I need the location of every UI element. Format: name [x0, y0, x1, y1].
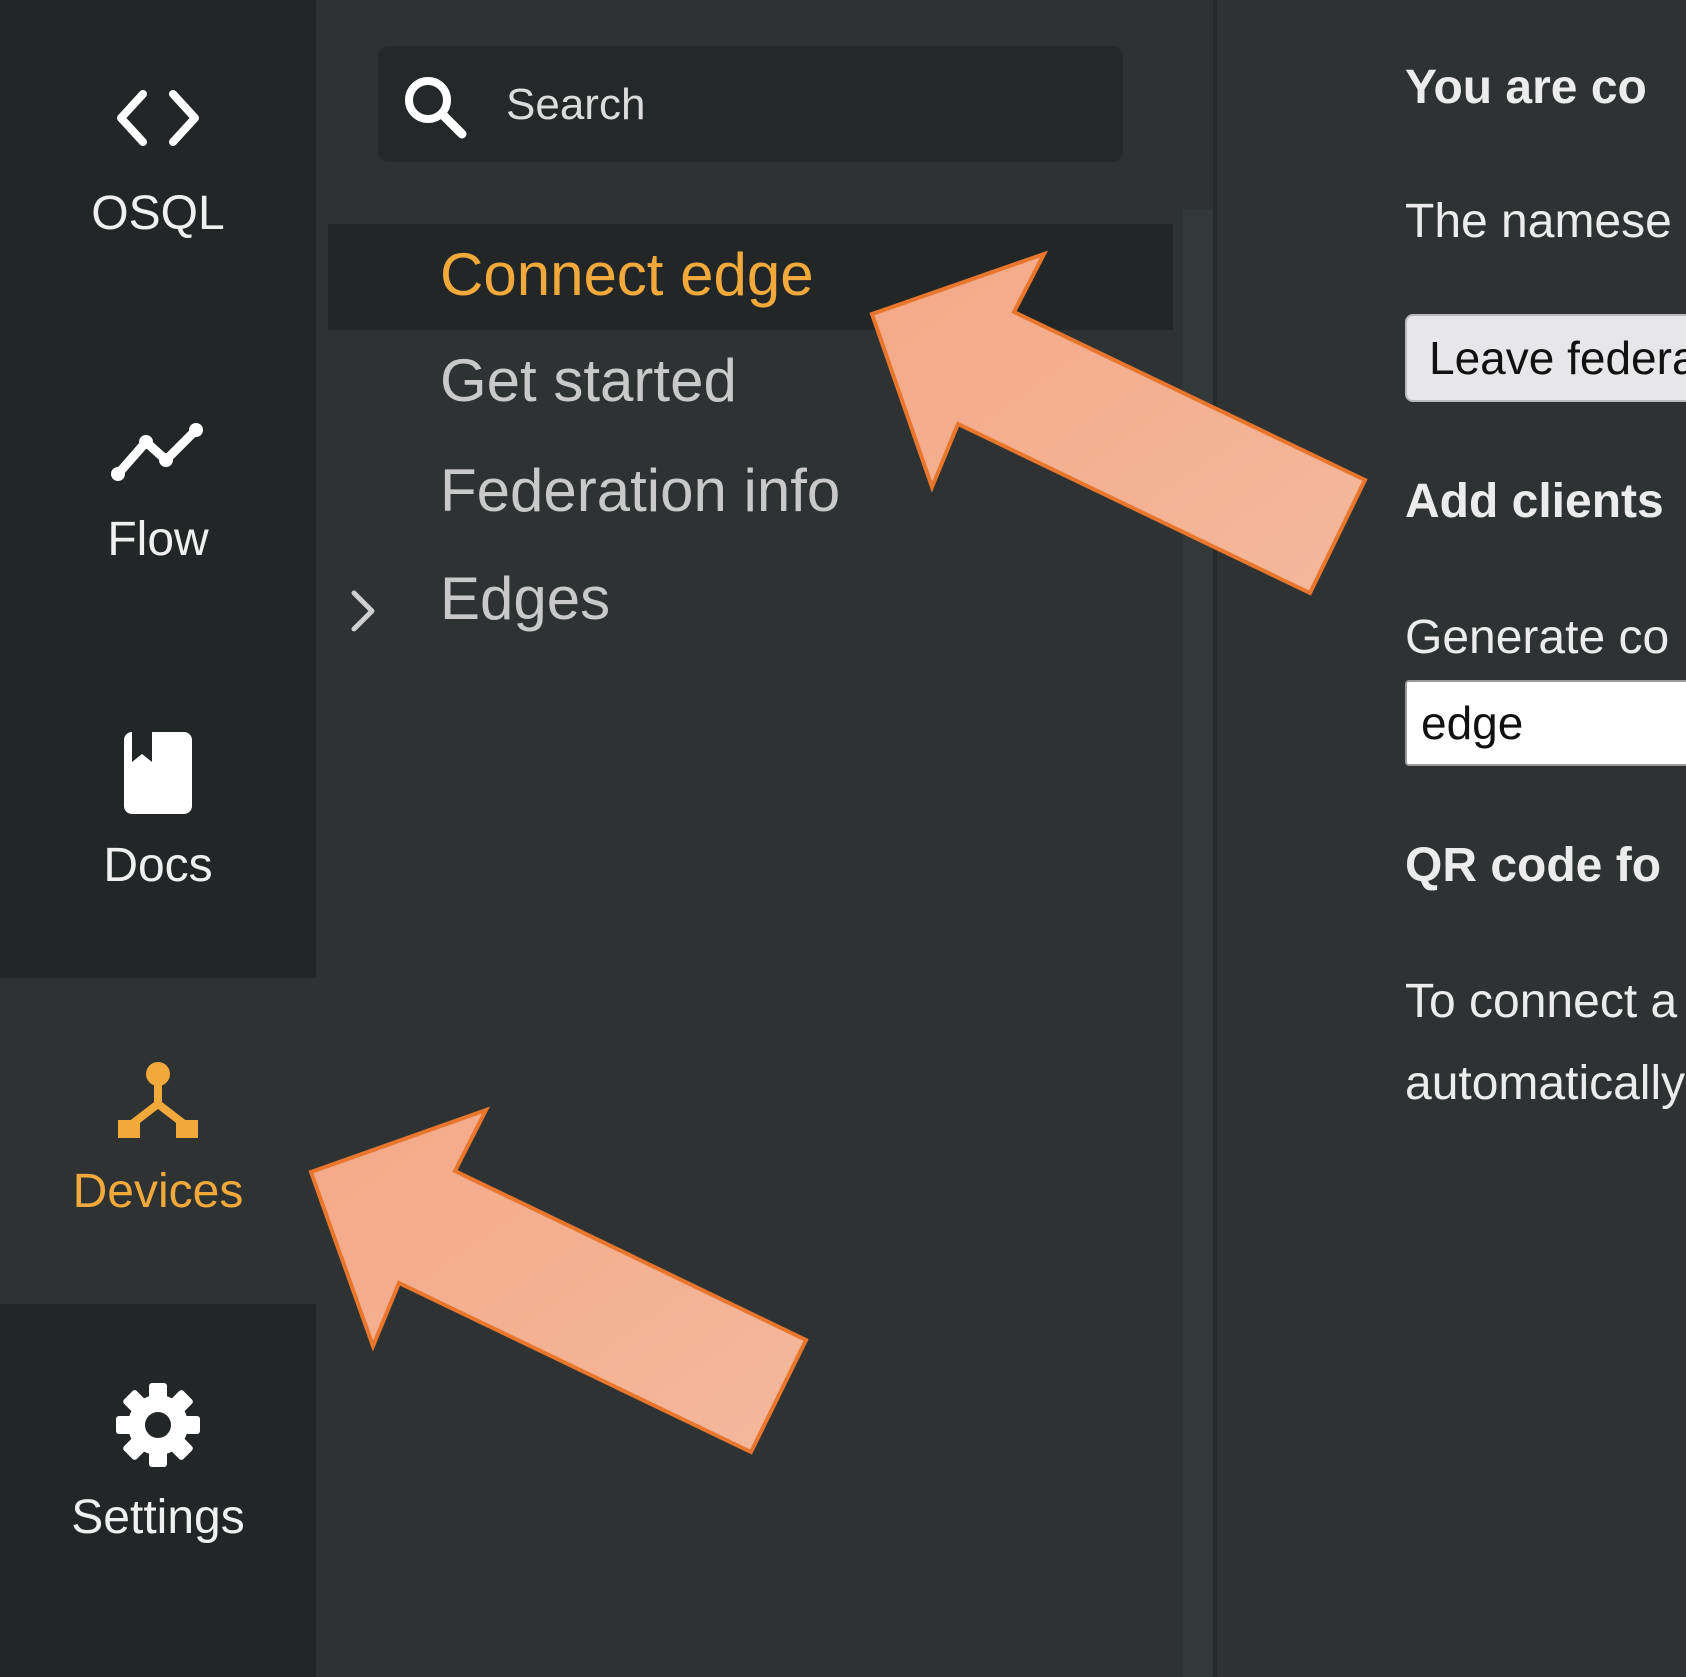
tree-item-label: Connect edge: [440, 241, 814, 308]
nav-item-settings[interactable]: Settings: [0, 1304, 316, 1630]
book-icon: [122, 730, 194, 821]
nav-label-settings: Settings: [71, 1491, 245, 1544]
namespace-text: The namese: [1405, 195, 1672, 248]
code-brackets-icon: [113, 88, 203, 153]
tree-item-federation-info[interactable]: Federation info: [328, 440, 1173, 546]
tree-item-connect-edge[interactable]: Connect edge: [328, 224, 1173, 330]
nav-label-osql: OSQL: [91, 187, 225, 240]
chevron-right-icon[interactable]: [348, 578, 378, 647]
tree-scrollbar[interactable]: [1183, 210, 1213, 1677]
generate-label: Generate co: [1405, 611, 1670, 664]
search-box[interactable]: [378, 46, 1123, 162]
tree-item-get-started[interactable]: Get started: [328, 330, 1173, 436]
search-input[interactable]: [504, 72, 1098, 138]
nav-item-devices[interactable]: Devices: [0, 978, 316, 1304]
tree-item-label: Edges: [440, 565, 611, 632]
nav-label-docs: Docs: [103, 839, 213, 892]
tree-item-label: Get started: [440, 347, 737, 414]
left-nav-rail: OSQL Flow Docs Devices Settings: [0, 0, 316, 1677]
gear-icon: [115, 1382, 201, 1473]
line-chart-icon: [108, 416, 208, 491]
nav-item-flow[interactable]: Flow: [0, 326, 316, 652]
connect-instructions-line1: To connect a: [1405, 975, 1678, 1028]
tree-item-label: Federation info: [440, 457, 841, 524]
connect-instructions-line2: automatically: [1405, 1057, 1686, 1110]
nav-item-osql[interactable]: OSQL: [0, 0, 316, 326]
nav-item-docs[interactable]: Docs: [0, 652, 316, 978]
tree-item-edges[interactable]: Edges: [328, 548, 1173, 654]
add-clients-heading: Add clients: [1405, 475, 1664, 528]
edge-name-input[interactable]: [1405, 680, 1686, 766]
search-icon: [400, 72, 470, 147]
connected-heading: You are co: [1405, 61, 1647, 114]
network-nodes-icon: [116, 1060, 200, 1145]
qr-code-heading: QR code fo: [1405, 839, 1662, 892]
nav-label-flow: Flow: [107, 513, 209, 566]
leave-federation-button[interactable]: Leave federa: [1405, 314, 1686, 402]
nav-label-devices: Devices: [72, 1165, 244, 1218]
